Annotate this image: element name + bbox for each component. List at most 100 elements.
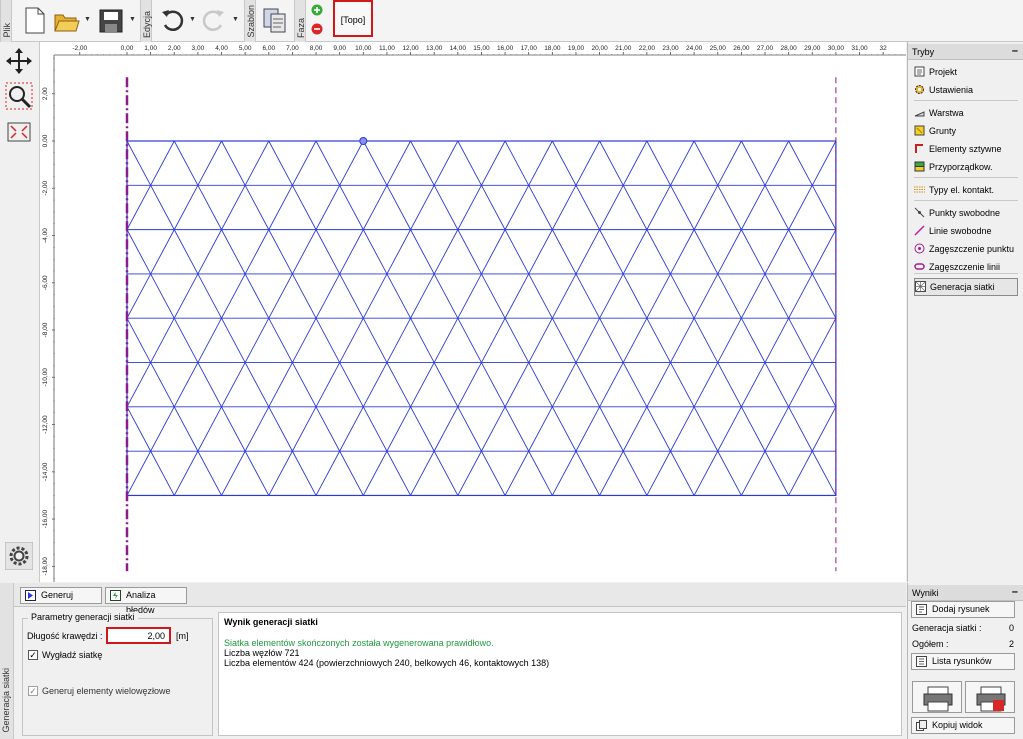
- mesh-edge: [670, 273, 695, 319]
- open-folder-icon[interactable]: [52, 5, 80, 35]
- ruler-y-tick-label: -6,00: [42, 275, 49, 290]
- move-icon[interactable]: [5, 47, 33, 75]
- redo-icon[interactable]: [200, 5, 228, 35]
- mesh-edge: [362, 185, 388, 230]
- mode-item-contact-type[interactable]: Typy el. kontakt.: [914, 182, 1018, 198]
- mesh-edge: [528, 229, 553, 275]
- copy-template-icon[interactable]: [261, 5, 289, 35]
- ruler-top: -2,00 0,00 1,00 2,00 3,00 4,00 5,00 6,00 7,00 8,0…: [40, 42, 906, 56]
- minus-icon[interactable]: [311, 23, 323, 35]
- mesh-edge: [126, 185, 152, 230]
- mesh-edge: [292, 362, 317, 408]
- ruler-x-tick-label: 17,00: [521, 45, 538, 52]
- mesh-edge: [599, 362, 624, 408]
- mode-item-assign[interactable]: Przyporządkow.: [914, 159, 1018, 175]
- mode-item-label: Typy el. kontakt.: [929, 185, 995, 195]
- mode-item-layer[interactable]: Warstwa: [914, 105, 1018, 121]
- mesh-edge: [646, 406, 671, 452]
- mesh-edge: [551, 318, 577, 363]
- mesh-edge: [622, 229, 648, 275]
- phase-menu-label[interactable]: Faza: [294, 0, 306, 42]
- phase-tab-topo[interactable]: [Topo]: [333, 0, 373, 37]
- mesh-edge: [386, 318, 411, 363]
- mesh-edge: [268, 273, 293, 319]
- template-menu-label[interactable]: Szablon: [244, 0, 256, 42]
- settings-gear-icon[interactable]: [4, 541, 34, 571]
- mode-item-point-refine[interactable]: Zagęszczenie punktu: [914, 241, 1018, 257]
- mode-item-free-line[interactable]: Linie swobodne: [914, 223, 1018, 239]
- print-icon[interactable]: [912, 681, 962, 713]
- undo-dropdown-icon[interactable]: ▼: [189, 16, 197, 24]
- mesh-edge: [622, 450, 648, 496]
- mesh-edge: [339, 362, 364, 408]
- mesh-edge: [693, 362, 719, 408]
- generate-icon: [25, 590, 36, 601]
- mesh-edge: [599, 406, 624, 452]
- ruler-x-tick-label: 1,00: [144, 45, 157, 52]
- mode-item-mesh-generation[interactable]: Generacja siatki: [914, 278, 1018, 296]
- print-pdf-icon[interactable]: [965, 681, 1015, 713]
- fit-view-icon[interactable]: [5, 118, 33, 146]
- drawing-list-button[interactable]: Lista rysunków: [911, 653, 1015, 670]
- ruler-x-tick-label: -2,00: [72, 45, 87, 52]
- mesh-edge: [410, 273, 435, 319]
- results-collapse-icon[interactable]: –: [1012, 586, 1018, 598]
- mesh-edge: [410, 229, 435, 275]
- mesh-edge: [386, 406, 411, 452]
- mesh-edge: [173, 229, 199, 275]
- ruler-x-tick-label: 32: [880, 45, 888, 52]
- mesh-edge: [740, 318, 766, 363]
- ruler-x-tick-label: 14,00: [450, 45, 467, 52]
- mesh-edge: [292, 406, 317, 452]
- mesh-edge: [551, 406, 577, 452]
- new-file-icon[interactable]: [20, 5, 48, 35]
- add-drawing-button[interactable]: Dodaj rysunek: [911, 601, 1015, 618]
- ruler-x-tick-label: 6,00: [262, 45, 275, 52]
- mode-item-settings[interactable]: Ustawienia: [914, 82, 1018, 98]
- file-menu-label[interactable]: Plik: [0, 0, 12, 42]
- undo-icon[interactable]: [158, 5, 186, 35]
- open-dropdown-icon[interactable]: ▼: [84, 16, 92, 24]
- save-dropdown-icon[interactable]: ▼: [129, 16, 137, 24]
- edit-menu-label[interactable]: Edycja: [140, 0, 152, 42]
- mode-item-rigid-element[interactable]: Elementy sztywne: [914, 141, 1018, 157]
- mesh-edge: [811, 318, 837, 363]
- ruler-x-tick-label: 16,00: [497, 45, 514, 52]
- mode-item-free-point[interactable]: Punkty swobodne: [914, 205, 1018, 221]
- ruler-x-tick-label: 4,00: [215, 45, 228, 52]
- mesh-edge: [693, 318, 719, 363]
- mesh-edge: [551, 273, 577, 319]
- ruler-x-tick-label: 8,00: [310, 45, 323, 52]
- redo-dropdown-icon[interactable]: ▼: [232, 16, 240, 24]
- ruler-x-tick-label: 0,00: [121, 45, 134, 52]
- mesh-edge: [504, 318, 530, 363]
- mesh-drawing[interactable]: -2,00 0,00 1,00 2,00 3,00 4,00 5,00 6,00 7,00 8,0…: [40, 42, 906, 582]
- error-analysis-button[interactable]: Analiza błędów: [105, 587, 187, 615]
- mesh-edge: [339, 229, 364, 275]
- ruler-y-tick-label: -10,00: [42, 368, 49, 387]
- generate-button[interactable]: Generuj: [20, 587, 102, 604]
- modes-panel-header: Tryby –: [908, 44, 1023, 60]
- zoom-icon[interactable]: [5, 82, 33, 110]
- mesh-edge: [292, 229, 317, 275]
- drawing-canvas[interactable]: -2,00 0,00 1,00 2,00 3,00 4,00 5,00 6,00 7,00 8,0…: [40, 42, 906, 582]
- save-icon[interactable]: [97, 5, 125, 35]
- edge-length-input[interactable]: 2,00: [106, 627, 171, 644]
- mode-item-soil[interactable]: Grunty: [914, 123, 1018, 139]
- mesh-edge: [622, 406, 648, 452]
- mesh-edge: [150, 362, 175, 408]
- mesh-edge: [481, 450, 506, 496]
- mesh-edge: [315, 406, 341, 452]
- mesh-edge: [315, 185, 341, 230]
- mode-item-project[interactable]: Projekt: [914, 64, 1018, 80]
- copy-view-button[interactable]: Kopiuj widok: [911, 717, 1015, 734]
- mesh-edge: [244, 318, 270, 363]
- collapse-icon[interactable]: –: [1012, 45, 1018, 57]
- mesh-edge: [764, 273, 790, 319]
- mesh-edge: [528, 318, 553, 363]
- smooth-mesh-checkbox[interactable]: ✓: [28, 650, 38, 660]
- mesh-edge: [764, 450, 790, 496]
- mesh-edge: [433, 229, 459, 275]
- plus-icon[interactable]: [311, 4, 323, 16]
- mesh-edge: [693, 140, 719, 186]
